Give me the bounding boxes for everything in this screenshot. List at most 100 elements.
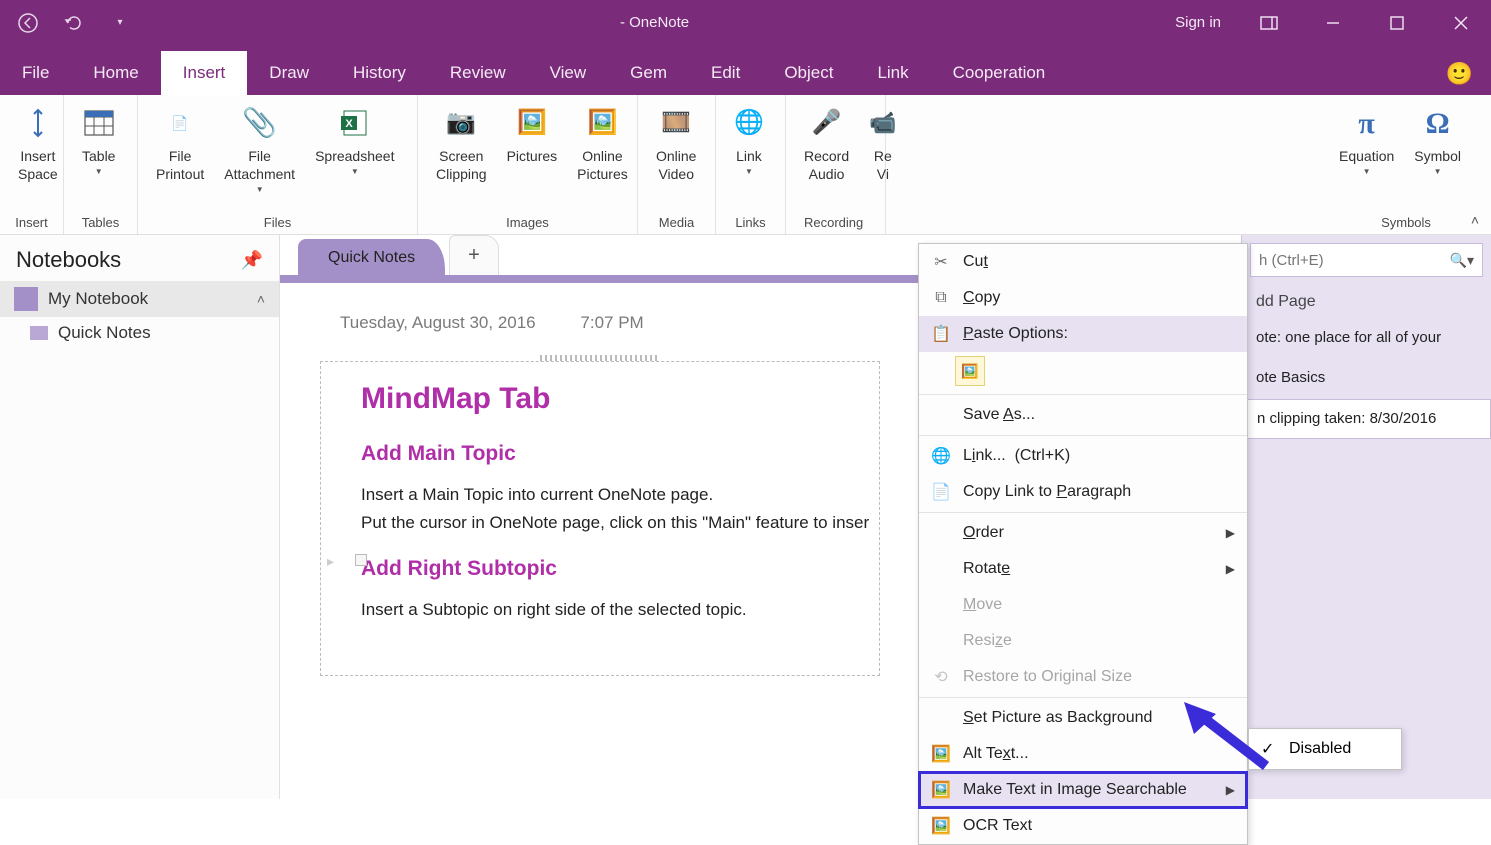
mic-icon: 🎤	[812, 105, 842, 141]
search-icon[interactable]: 🔍▾	[1450, 252, 1474, 269]
menu-row: File Home Insert Draw History Review Vie…	[0, 45, 1491, 95]
section-icon	[30, 326, 48, 340]
menu-edit[interactable]: Edit	[689, 51, 762, 95]
menu-link[interactable]: Link	[855, 51, 930, 95]
ctx-move: Move	[919, 587, 1247, 623]
picture-icon: 🖼️	[517, 105, 547, 141]
menu-gem[interactable]: Gem	[608, 51, 689, 95]
chevron-right-icon: ▶	[1226, 526, 1235, 540]
back-button[interactable]	[14, 9, 42, 37]
ctx-rotate[interactable]: Rotate▶	[919, 551, 1247, 587]
page-list-item[interactable]: ote: one place for all of your	[1242, 319, 1491, 359]
section-item[interactable]: Quick Notes	[0, 317, 279, 349]
online-pictures-button[interactable]: 🖼️ Online Pictures	[567, 99, 638, 183]
table-icon	[84, 105, 114, 141]
minimize-button[interactable]	[1303, 0, 1363, 45]
pin-icon[interactable]: 📌	[241, 250, 263, 271]
pages-panel: 🔍▾ dd Page ote: one place for all of you…	[1241, 235, 1491, 799]
qat-customize[interactable]: ▾	[106, 9, 134, 37]
submenu: ✓ Disabled	[1248, 728, 1402, 770]
heading-1: MindMap Tab	[361, 382, 849, 416]
drag-handle[interactable]	[540, 355, 660, 361]
copy-icon: ⧉	[931, 289, 951, 307]
add-page-button[interactable]: dd Page	[1242, 285, 1491, 319]
menu-object[interactable]: Object	[762, 51, 855, 95]
ctx-copy[interactable]: ⧉Copy	[919, 280, 1247, 316]
file-printout-button[interactable]: 📄 File Printout	[146, 99, 214, 183]
pictures-button[interactable]: 🖼️ Pictures	[497, 99, 568, 165]
menu-cooperation[interactable]: Cooperation	[931, 51, 1068, 95]
menu-file[interactable]: File	[0, 51, 71, 95]
menu-draw[interactable]: Draw	[247, 51, 331, 95]
restore-icon: ⟲	[931, 667, 951, 687]
ribbon-display-options[interactable]	[1239, 0, 1299, 45]
signin-link[interactable]: Sign in	[1161, 14, 1235, 31]
page-time: 7:07 PM	[580, 313, 643, 332]
undo-button[interactable]	[60, 9, 88, 37]
file-printout-icon: 📄	[171, 105, 188, 141]
online-picture-icon: 🖼️	[588, 105, 618, 141]
paperclip-icon: 📎	[242, 105, 277, 141]
notebooks-title: Notebooks	[16, 247, 121, 273]
page-list-item[interactable]: n clipping taken: 8/30/2016	[1242, 399, 1491, 440]
spreadsheet-button[interactable]: X Spreadsheet ▼	[305, 99, 404, 178]
menu-review[interactable]: Review	[428, 51, 528, 95]
paragraph-handle-icon[interactable]	[355, 554, 367, 566]
alt-text-icon: 🖼️	[931, 744, 951, 764]
ctx-copy-link-paragraph[interactable]: 📄Copy Link to Paragraph	[919, 474, 1247, 510]
ctx-ocr-text[interactable]: 🖼️OCR Text	[919, 808, 1247, 844]
link-button[interactable]: 🌐 Link ▼	[724, 99, 774, 178]
globe-icon: 🌐	[931, 446, 951, 466]
pi-icon: π	[1358, 105, 1374, 141]
app-title: - OneNote	[148, 14, 1161, 31]
symbol-button[interactable]: Ω Symbol ▼	[1404, 99, 1471, 178]
notebook-item[interactable]: My Notebook ˄	[0, 281, 279, 317]
ctx-order[interactable]: Order▶	[919, 515, 1247, 551]
menu-history[interactable]: History	[331, 51, 428, 95]
note-container[interactable]: MindMap Tab Add Main Topic Insert a Main…	[320, 361, 880, 676]
ctx-link[interactable]: 🌐Link... (Ctrl+K)	[919, 438, 1247, 474]
chevron-down-icon: ▼	[745, 167, 753, 177]
svg-text:X: X	[345, 118, 353, 130]
ctx-make-searchable[interactable]: 🖼️Make Text in Image Searchable▶	[919, 772, 1247, 808]
add-section-button[interactable]: +	[449, 235, 499, 275]
insert-space-button[interactable]: Insert Space	[8, 99, 68, 183]
paste-option-picture[interactable]: 🖼️	[955, 356, 985, 386]
menu-insert[interactable]: Insert	[161, 51, 248, 95]
menu-view[interactable]: View	[528, 51, 609, 95]
paragraph-grip-icon[interactable]	[327, 554, 345, 568]
ctx-save-as[interactable]: Save As...	[919, 397, 1247, 433]
maximize-button[interactable]	[1367, 0, 1427, 45]
feedback-icon[interactable]: 🙂	[1446, 61, 1473, 87]
ctx-alt-text[interactable]: 🖼️Alt Text...	[919, 736, 1247, 772]
record-audio-button[interactable]: 🎤 Record Audio	[794, 99, 859, 183]
table-button[interactable]: Table ▼	[72, 99, 125, 178]
page-date: Tuesday, August 30, 2016	[340, 313, 536, 332]
chevron-down-icon: ▼	[95, 167, 103, 177]
heading-2a: Add Main Topic	[361, 442, 849, 466]
excel-icon: X	[340, 105, 370, 141]
submenu-disabled[interactable]: ✓ Disabled	[1249, 729, 1401, 769]
search-box[interactable]: 🔍▾	[1250, 243, 1483, 277]
chevron-down-icon: ▼	[256, 185, 264, 195]
ctx-resize: Resize	[919, 623, 1247, 659]
ocr-icon: 🖼️	[931, 816, 951, 836]
ctx-set-background[interactable]: Set Picture as Background	[919, 700, 1247, 736]
body-1: Insert a Main Topic into current OneNote…	[361, 482, 849, 535]
close-button[interactable]	[1431, 0, 1491, 45]
page-list-item[interactable]: ote Basics	[1242, 359, 1491, 399]
screen-clipping-button[interactable]: 📷 Screen Clipping	[426, 99, 497, 183]
heading-2b: Add Right Subtopic	[361, 557, 849, 581]
tab-quick-notes[interactable]: Quick Notes	[298, 239, 445, 275]
equation-button[interactable]: π Equation ▼	[1329, 99, 1404, 178]
ctx-cut[interactable]: ✂Cut	[919, 244, 1247, 280]
ctx-paste-options[interactable]: 📋Paste Options:	[919, 316, 1247, 352]
context-menu: ✂Cut ⧉Copy 📋Paste Options: 🖼️ Save As...…	[918, 243, 1248, 845]
insert-space-icon	[26, 105, 50, 141]
menu-home[interactable]: Home	[71, 51, 160, 95]
collapse-ribbon-icon[interactable]: ˄	[1471, 212, 1479, 228]
search-input[interactable]	[1259, 252, 1429, 269]
online-video-button[interactable]: 🎞️ Online Video	[646, 99, 706, 183]
omega-icon: Ω	[1426, 105, 1450, 141]
file-attachment-button[interactable]: 📎 File Attachment ▼	[214, 99, 305, 196]
